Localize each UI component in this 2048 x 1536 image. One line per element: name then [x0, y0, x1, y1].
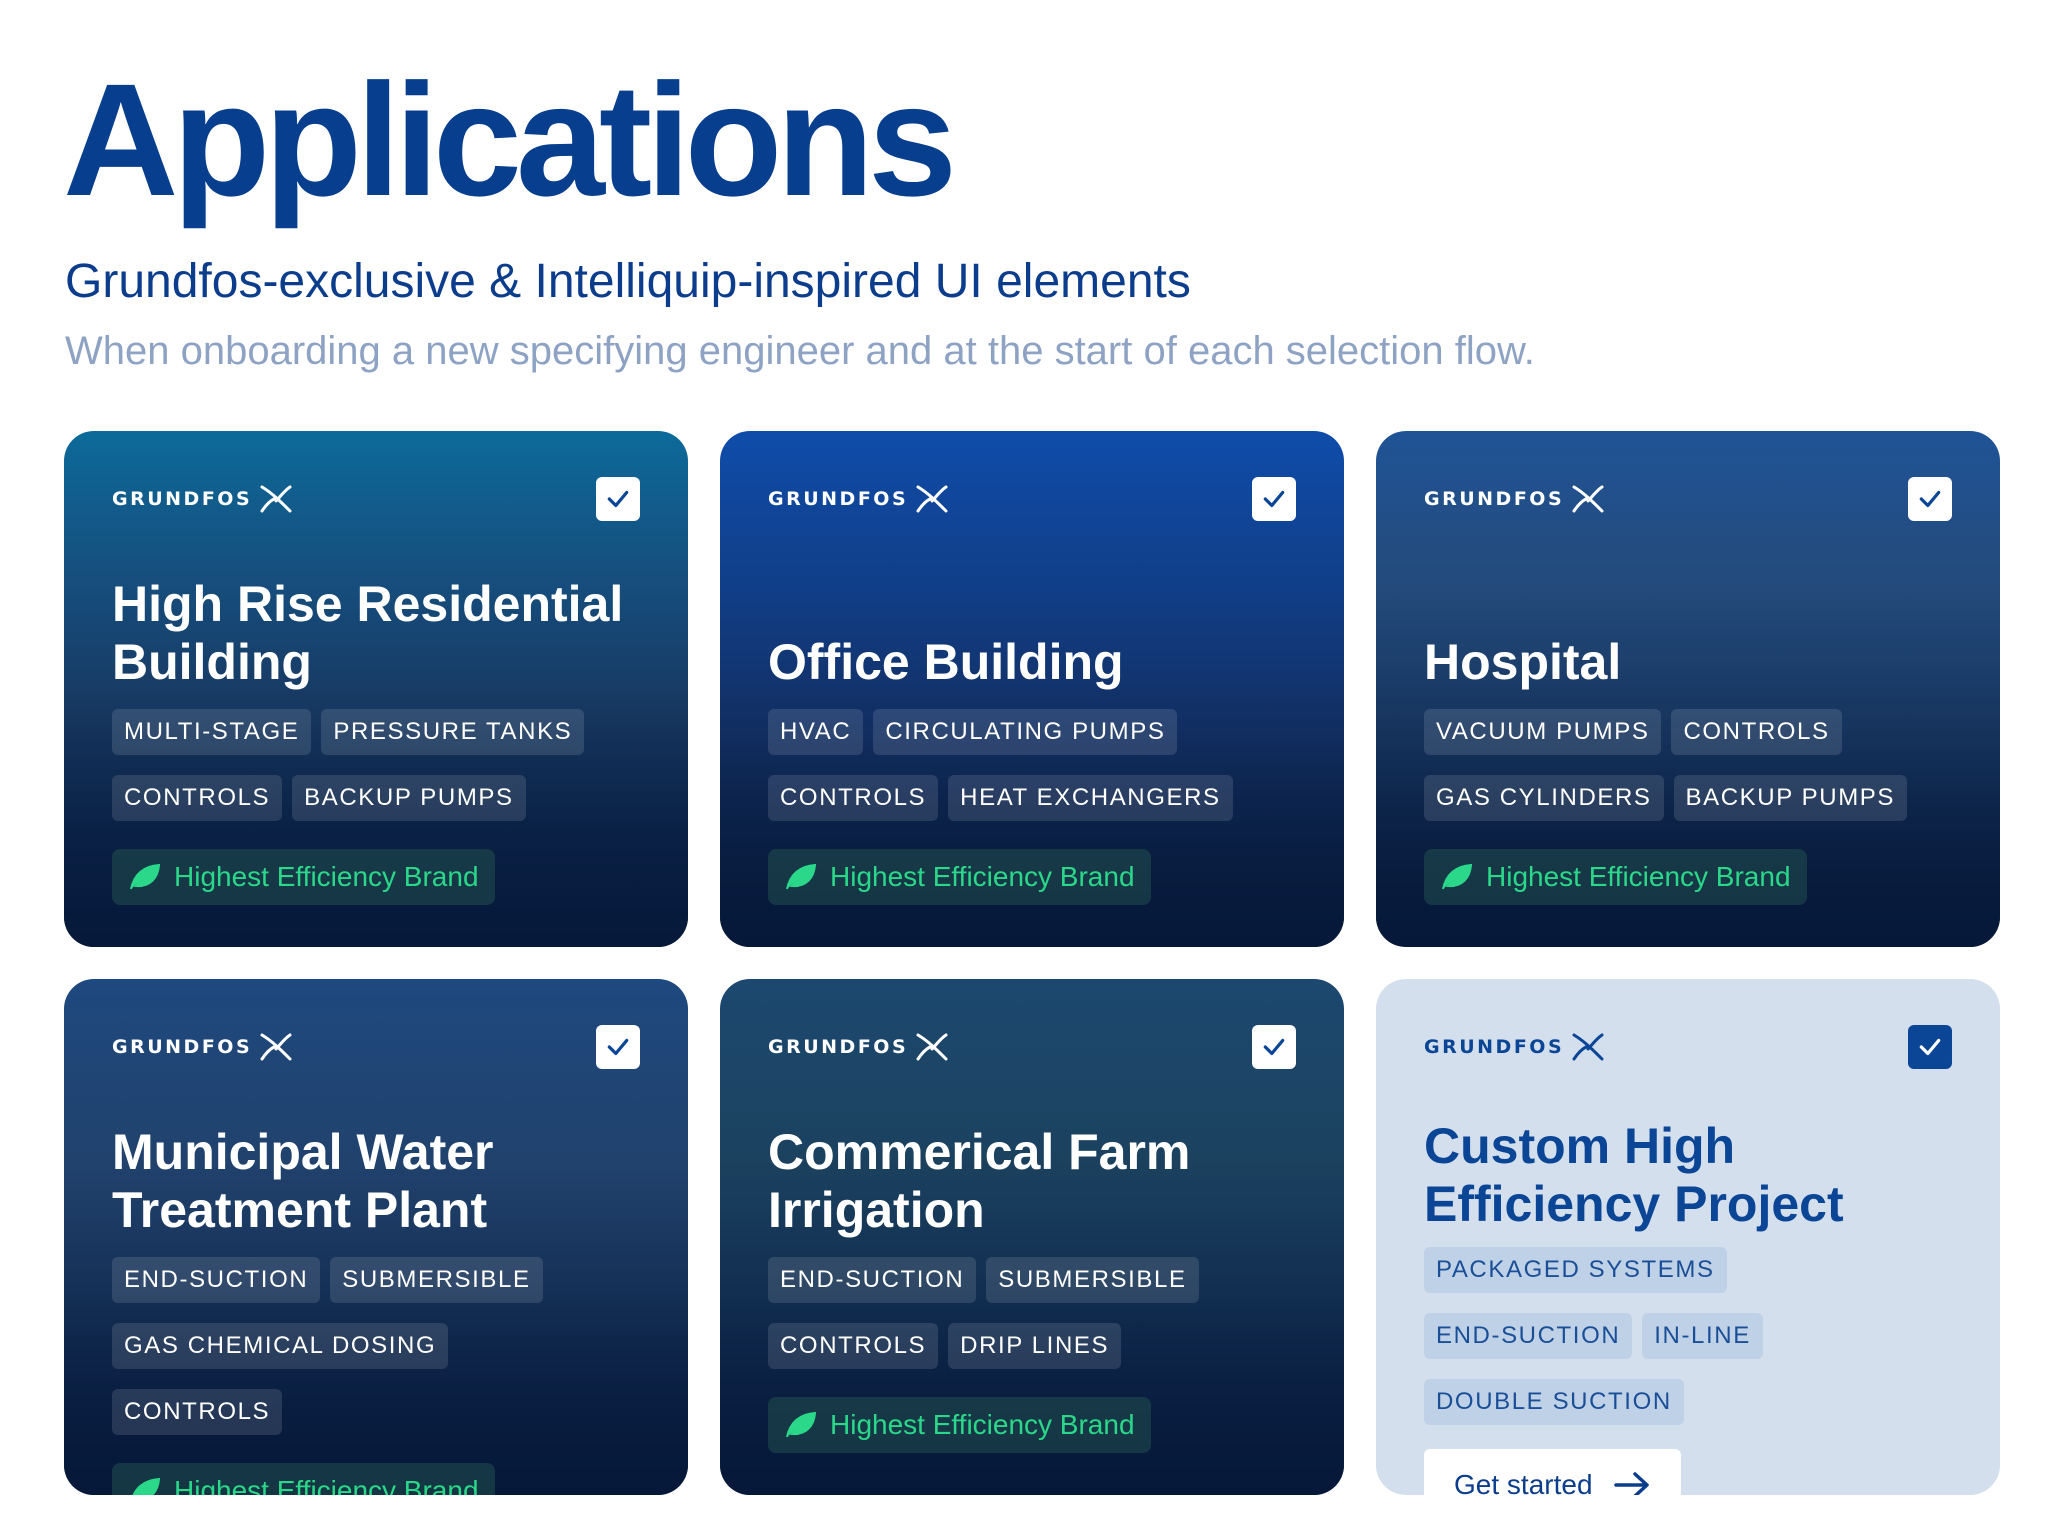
card-tag: DOUBLE SUCTION: [1424, 1379, 1684, 1425]
grundfos-logo: GRUNDFOS: [768, 1031, 950, 1063]
application-card-municipal-water[interactable]: GRUNDFOS Municipal Water Treatment Plant…: [64, 979, 688, 1495]
application-card-custom-project[interactable]: GRUNDFOS Custom High Efficiency Project …: [1376, 979, 2000, 1495]
card-tag: CONTROLS: [768, 775, 939, 821]
grundfos-mark-icon: [1572, 485, 1604, 513]
checkmark-icon: [607, 490, 629, 508]
card-checkbox[interactable]: [1252, 477, 1296, 521]
efficiency-badge: Highest Efficiency Brand: [768, 1397, 1151, 1453]
application-card-hospital[interactable]: GRUNDFOS Hospital VACUUM PUMPS CONTROLS …: [1376, 431, 2000, 947]
checkmark-icon: [1919, 1038, 1941, 1056]
card-checkbox[interactable]: [1908, 477, 1952, 521]
get-started-button[interactable]: Get started: [1424, 1449, 1681, 1495]
card-title: Hospital: [1424, 634, 1622, 690]
card-title: Commerical Farm Irrigation: [768, 1124, 1191, 1238]
card-tag: CONTROLS: [768, 1323, 939, 1369]
card-title: High Rise Residential Building: [112, 576, 624, 690]
application-cards-grid: GRUNDFOS High Rise Residential Building …: [64, 431, 2000, 1495]
card-tag: MULTI-STAGE: [112, 709, 312, 755]
checkmark-icon: [1263, 1038, 1285, 1056]
leaf-icon: [1442, 863, 1473, 890]
card-tags: HVAC CIRCULATING PUMPS CONTROLS HEAT EXC…: [768, 709, 1278, 821]
efficiency-badge: Highest Efficiency Brand: [768, 849, 1151, 905]
application-card-farm-irrigation[interactable]: GRUNDFOS Commerical Farm Irrigation END-…: [720, 979, 1344, 1495]
grundfos-mark-icon: [260, 485, 292, 513]
card-tag: HVAC: [768, 709, 864, 755]
page-title: Applications: [63, 50, 957, 229]
leaf-icon: [786, 1411, 817, 1438]
checkmark-icon: [1263, 490, 1285, 508]
card-tag: END-SUCTION: [1424, 1313, 1633, 1359]
card-checkbox[interactable]: [596, 477, 640, 521]
card-tags: END-SUCTION SUBMERSIBLE GAS CHEMICAL DOS…: [112, 1257, 622, 1435]
card-tag: CONTROLS: [112, 775, 283, 821]
card-title: Custom High Efficiency Project: [1424, 1118, 1844, 1232]
grundfos-mark-icon: [916, 485, 948, 513]
card-tag: VACUUM PUMPS: [1424, 709, 1662, 755]
grundfos-mark-icon: [260, 1033, 292, 1061]
card-tag: HEAT EXCHANGERS: [948, 775, 1233, 821]
checkmark-icon: [607, 1038, 629, 1056]
checkmark-icon: [1919, 490, 1941, 508]
leaf-icon: [786, 863, 817, 890]
card-tag: END-SUCTION: [768, 1257, 977, 1303]
card-tag: END-SUCTION: [112, 1257, 321, 1303]
card-tag: BACKUP PUMPS: [1673, 775, 1908, 821]
application-card-high-rise-residential[interactable]: GRUNDFOS High Rise Residential Building …: [64, 431, 688, 947]
card-title: Office Building: [768, 634, 1124, 690]
card-tag: GAS CYLINDERS: [1424, 775, 1664, 821]
card-tag: GAS CHEMICAL DOSING: [112, 1323, 449, 1369]
efficiency-badge: Highest Efficiency Brand: [112, 849, 495, 905]
grundfos-mark-icon: [916, 1033, 948, 1061]
card-tag: IN-LINE: [1642, 1313, 1763, 1359]
card-tags: MULTI-STAGE PRESSURE TANKS CONTROLS BACK…: [112, 709, 622, 821]
application-card-office-building[interactable]: GRUNDFOS Office Building HVAC CIRCULATIN…: [720, 431, 1344, 947]
card-tags: VACUUM PUMPS CONTROLS GAS CYLINDERS BACK…: [1424, 709, 1934, 821]
page-subtitle: Grundfos-exclusive & Intelliquip-inspire…: [65, 255, 1191, 308]
card-tag: BACKUP PUMPS: [292, 775, 526, 821]
card-tags: PACKAGED SYSTEMS END-SUCTION IN-LINE DOU…: [1424, 1247, 1934, 1425]
grundfos-logo: GRUNDFOS: [1424, 483, 1606, 515]
card-tag: DRIP LINES: [948, 1323, 1122, 1369]
card-tag: PACKAGED SYSTEMS: [1424, 1247, 1727, 1293]
card-tags: END-SUCTION SUBMERSIBLE CONTROLS DRIP LI…: [768, 1257, 1278, 1369]
card-checkbox[interactable]: [1252, 1025, 1296, 1069]
efficiency-badge: Highest Efficiency Brand: [112, 1463, 495, 1495]
grundfos-logo: GRUNDFOS: [1424, 1031, 1606, 1063]
card-tag: PRESSURE TANKS: [321, 709, 585, 755]
arrow-right-icon: [1613, 1472, 1649, 1495]
card-tag: SUBMERSIBLE: [986, 1257, 1199, 1303]
grundfos-mark-icon: [1572, 1033, 1604, 1061]
card-title: Municipal Water Treatment Plant: [112, 1124, 494, 1238]
grundfos-logo: GRUNDFOS: [768, 483, 950, 515]
card-checkbox[interactable]: [596, 1025, 640, 1069]
card-tag: SUBMERSIBLE: [330, 1257, 543, 1303]
leaf-icon: [130, 863, 161, 890]
leaf-icon: [132, 1477, 161, 1495]
efficiency-badge: Highest Efficiency Brand: [1424, 849, 1807, 905]
card-tag: CONTROLS: [112, 1389, 283, 1435]
page-description: When onboarding a new specifying enginee…: [65, 329, 1535, 373]
card-tag: CIRCULATING PUMPS: [873, 709, 1178, 755]
grundfos-logo: GRUNDFOS: [112, 1031, 294, 1063]
card-checkbox[interactable]: [1908, 1025, 1952, 1069]
card-tag: CONTROLS: [1671, 709, 1842, 755]
grundfos-logo: GRUNDFOS: [112, 483, 294, 515]
